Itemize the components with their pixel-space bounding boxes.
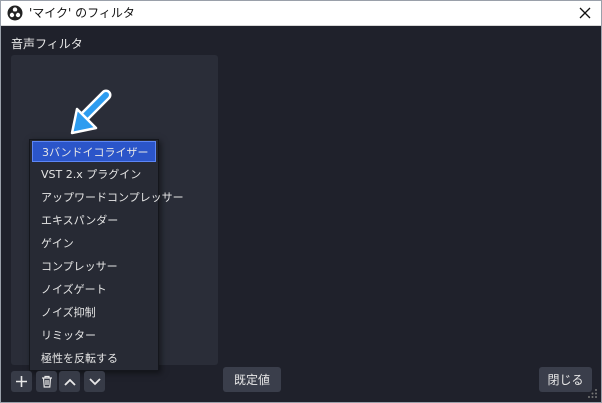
move-filter-up-button[interactable] — [59, 371, 80, 392]
menu-item-upward-compressor[interactable]: アップワードコンプレッサー — [32, 187, 184, 208]
menu-item-gain[interactable]: ゲイン — [32, 233, 156, 254]
menu-item-noise-suppression[interactable]: ノイズ抑制 — [32, 302, 156, 323]
pointer-arrow-icon — [70, 89, 112, 135]
window-title: 'マイク' のフィルタ — [29, 6, 135, 20]
chevron-down-icon — [88, 377, 101, 385]
add-filter-menu: 3バンドイコライザー VST 2.x プラグイン アップワードコンプレッサー エ… — [29, 139, 184, 371]
window-close-button[interactable] — [575, 3, 595, 23]
menu-item-invert-polarity[interactable]: 極性を反転する — [32, 348, 156, 369]
move-filter-down-button[interactable] — [84, 371, 105, 392]
menu-item-3band-eq[interactable]: 3バンドイコライザー — [32, 141, 156, 162]
trash-icon — [41, 375, 52, 388]
resize-grip-icon[interactable] — [588, 389, 598, 399]
add-filter-button[interactable] — [11, 371, 32, 392]
menu-item-compressor[interactable]: コンプレッサー — [32, 256, 156, 277]
filters-window: 'マイク' のフィルタ 音声フィルタ 3バンドイコライザー VST 2.x プラ… — [0, 0, 602, 403]
audio-filters-label: 音声フィルタ — [11, 37, 83, 51]
close-icon — [579, 7, 591, 19]
menu-item-expander[interactable]: エキスパンダー — [32, 210, 156, 231]
defaults-button[interactable]: 既定値 — [223, 367, 281, 392]
menu-item-noise-gate[interactable]: ノイズゲート — [32, 279, 156, 300]
close-button[interactable]: 閉じる — [539, 367, 592, 392]
menu-item-limiter[interactable]: リミッター — [32, 325, 156, 346]
obs-logo-icon — [7, 5, 23, 21]
chevron-up-icon — [63, 378, 76, 386]
plus-icon — [16, 376, 27, 387]
remove-filter-button[interactable] — [36, 371, 57, 392]
menu-item-vst-plugin[interactable]: VST 2.x プラグイン — [32, 164, 156, 185]
title-bar[interactable]: 'マイク' のフィルタ — [1, 1, 601, 26]
